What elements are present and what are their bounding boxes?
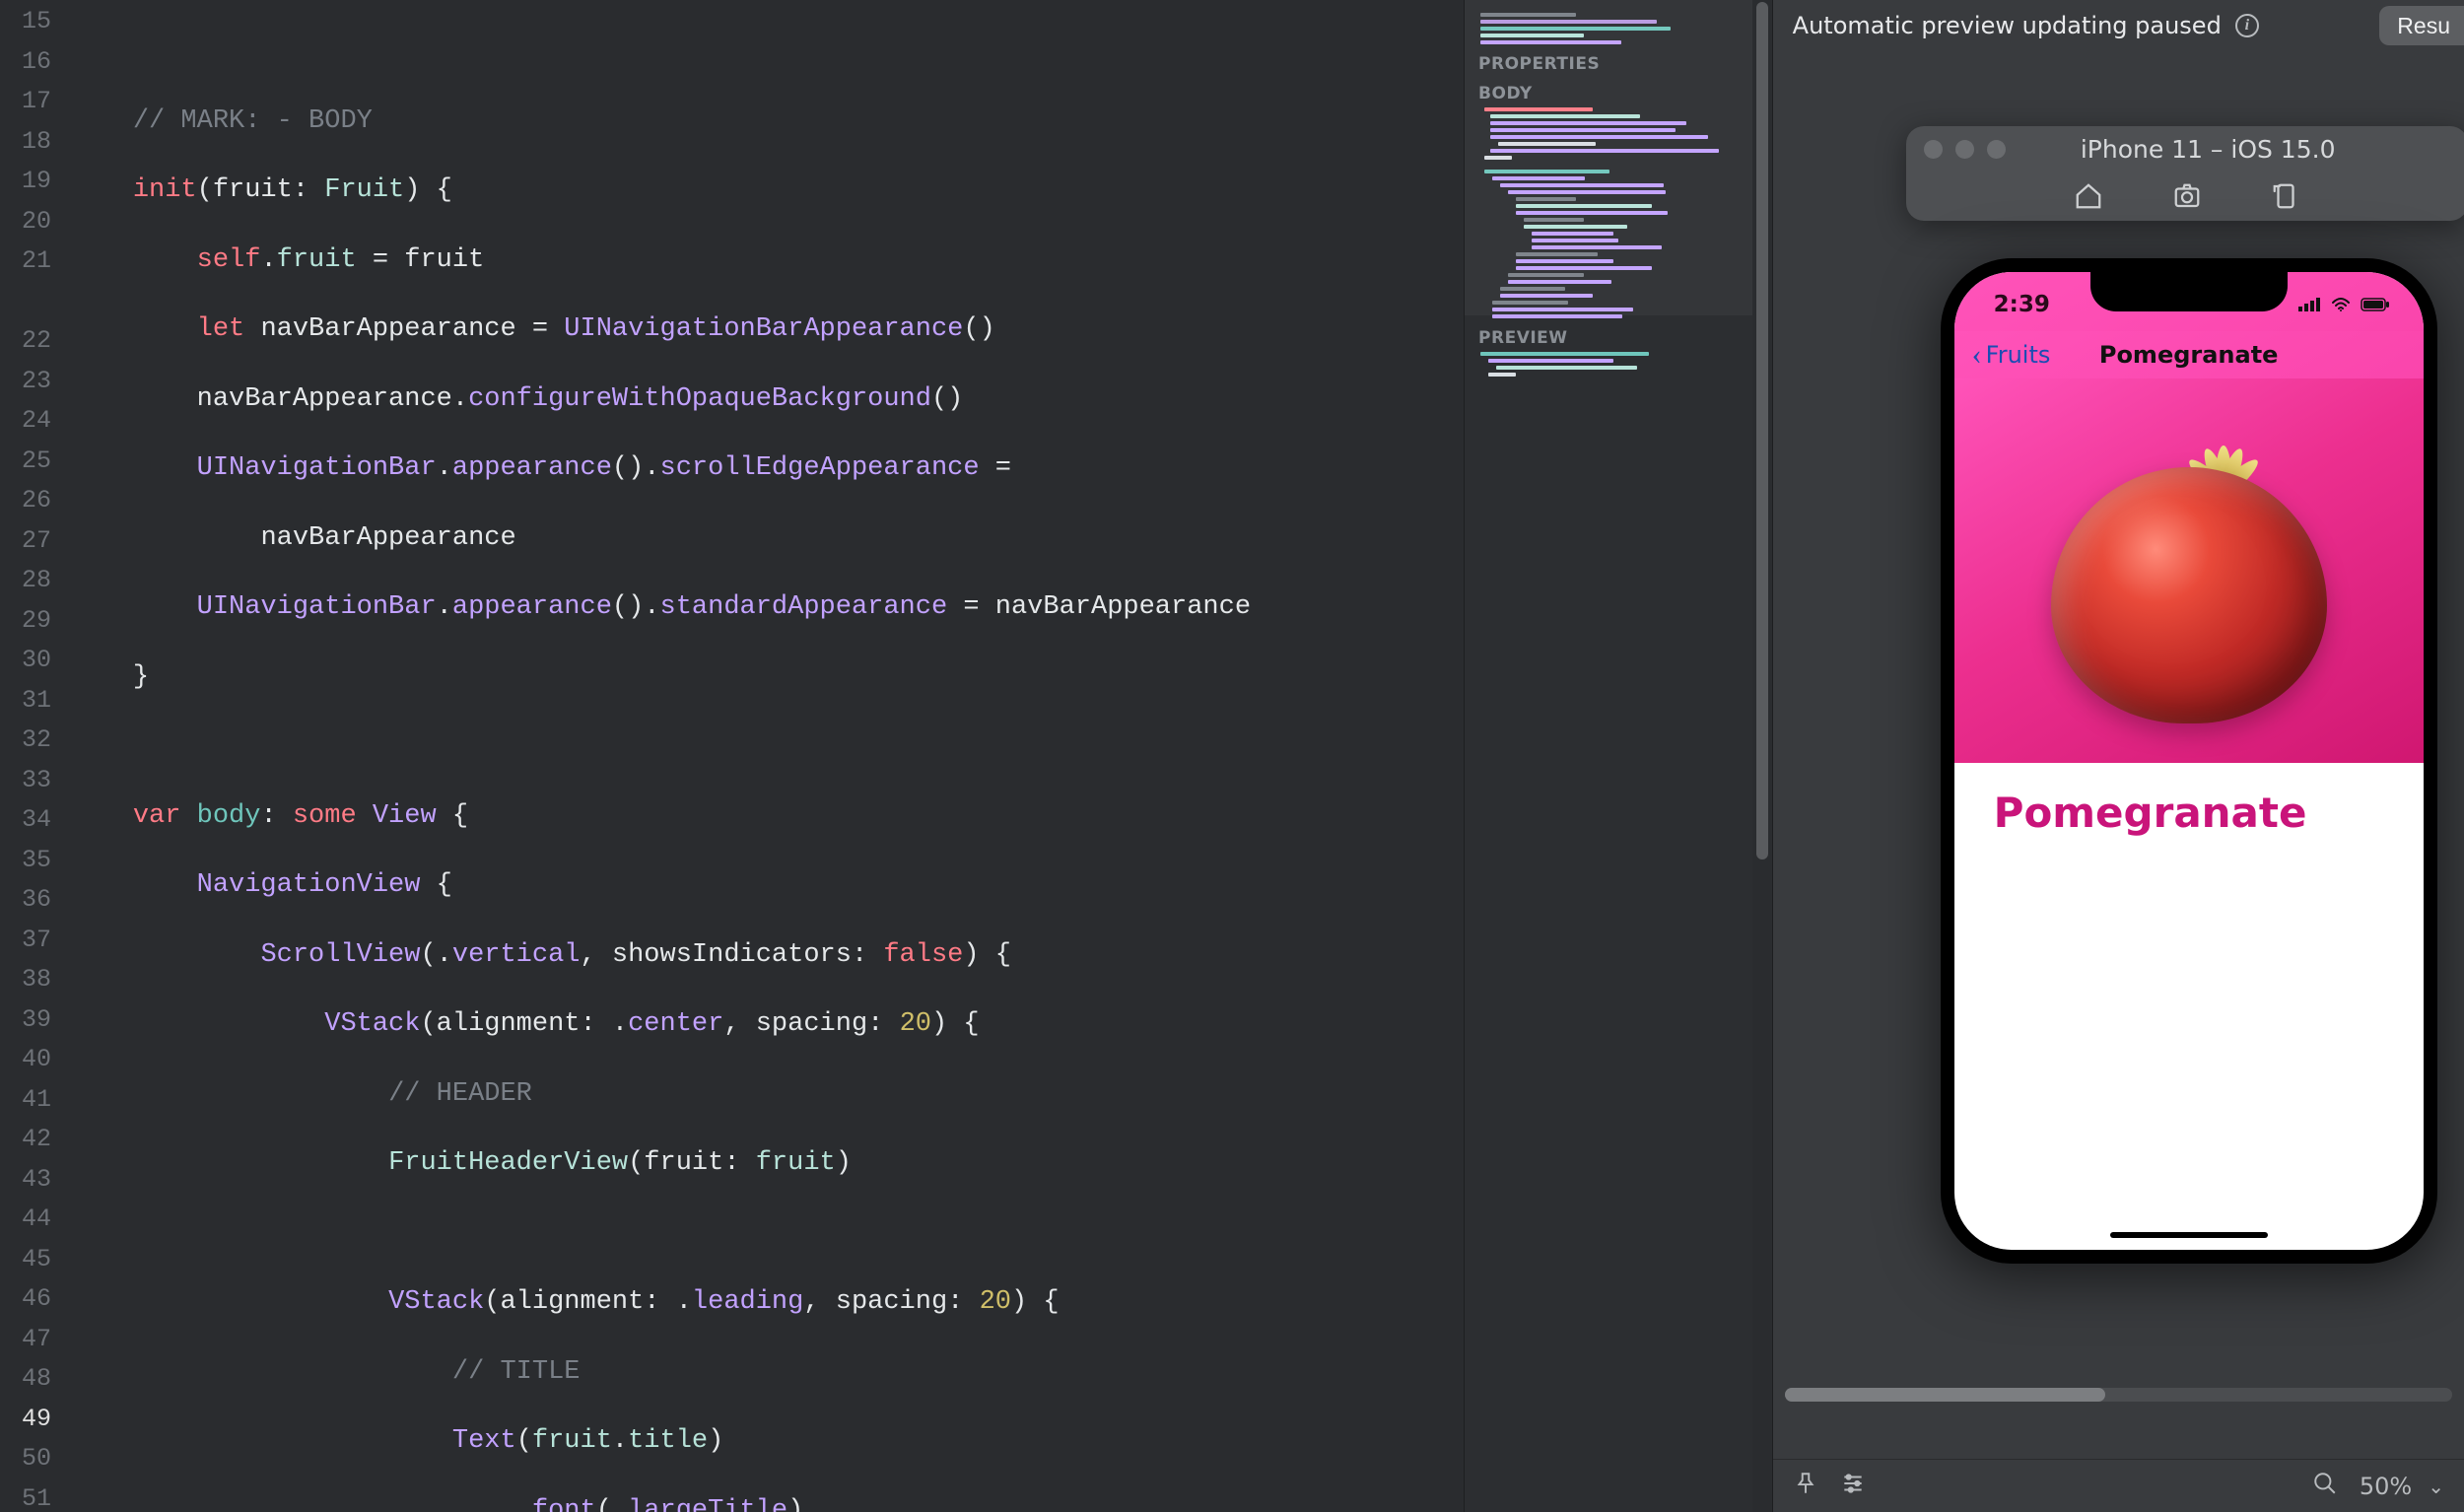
device-notch [2090,272,2288,311]
line-number[interactable]: 32 [0,721,69,761]
code-area[interactable]: // MARK: - BODY init(fruit: Fruit) { sel… [69,0,1464,1512]
simulator-window[interactable]: iPhone 11 – iOS 15.0 [1906,126,2464,221]
zoom-icon[interactable] [2312,1471,2338,1502]
screenshot-icon[interactable] [2172,181,2202,211]
line-number[interactable]: 46 [0,1279,69,1320]
line-number[interactable]: 49 [0,1400,69,1440]
line-number[interactable]: 27 [0,521,69,562]
line-number[interactable]: 51 [0,1479,69,1512]
line-number[interactable]: 47 [0,1320,69,1360]
content-title: Pomegranate [1954,763,2424,862]
line-number[interactable]: 29 [0,601,69,642]
line-number[interactable]: 22 [0,321,69,362]
scrollbar-thumb[interactable] [1785,1388,2105,1402]
device-screen[interactable]: 2:39 ‹ Fruits Pomegranate Pomegranate [1954,272,2424,1250]
editor-vertical-scrollbar[interactable] [1752,0,1772,1512]
line-number[interactable]: 48 [0,1359,69,1400]
line-number[interactable]: 24 [0,401,69,442]
signal-icon [2297,297,2321,312]
line-number[interactable]: 31 [0,681,69,722]
simulator-titlebar[interactable]: iPhone 11 – iOS 15.0 [1906,126,2464,172]
line-number[interactable]: 28 [0,561,69,601]
line-gutter[interactable]: 15 16 17 18 19 20 21 . 22 23 24 25 26 27… [0,0,69,1512]
line-number[interactable]: 26 [0,481,69,521]
line-number[interactable]: 43 [0,1160,69,1201]
zoom-label[interactable]: 50% [2360,1473,2412,1500]
line-number[interactable]: 41 [0,1080,69,1121]
line-number[interactable]: 16 [0,42,69,83]
home-icon[interactable] [2074,181,2103,211]
device-frame: 2:39 ‹ Fruits Pomegranate Pomegranate [1941,258,2437,1264]
line-number[interactable]: 38 [0,960,69,1000]
preview-banner: Automatic preview updating paused i Resu [1773,0,2464,51]
line-number[interactable]: 30 [0,641,69,681]
simulator-title: iPhone 11 – iOS 15.0 [2019,135,2397,164]
nav-title: Pomegranate [2099,341,2279,369]
line-number[interactable]: 25 [0,442,69,482]
line-number[interactable]: 18 [0,122,69,163]
preview-banner-text: Automatic preview updating paused [1793,12,2222,39]
pomegranate-image [2036,408,2342,733]
line-number[interactable]: 19 [0,162,69,202]
status-time: 2:39 [1994,286,2050,317]
minimap-viewport[interactable] [1465,0,1752,315]
code-editor-pane: 15 16 17 18 19 20 21 . 22 23 24 25 26 27… [0,0,1464,1512]
preview-bottombar: 50% ⌄ [1773,1459,2464,1512]
line-number[interactable]: 39 [0,1000,69,1041]
chevron-down-icon[interactable]: ⌄ [2428,1475,2444,1498]
preview-horizontal-scrollbar[interactable] [1785,1384,2452,1406]
line-number[interactable]: 44 [0,1200,69,1240]
fruit-header [1954,378,2424,763]
traffic-lights[interactable] [1924,140,2006,159]
line-number[interactable]: 42 [0,1120,69,1160]
resume-button[interactable]: Resu [2379,6,2464,45]
line-number[interactable]: 15 [0,2,69,42]
nav-bar: ‹ Fruits Pomegranate [1954,331,2424,378]
line-number[interactable]: 17 [0,82,69,122]
settings-sliders-icon[interactable] [1840,1471,1866,1502]
battery-icon [2361,297,2390,312]
minimap-section-preview[interactable]: PREVIEW [1478,328,1745,348]
pin-icon[interactable] [1793,1471,1818,1502]
home-indicator[interactable] [2110,1232,2268,1238]
line-number[interactable]: 37 [0,921,69,961]
line-number[interactable]: 34 [0,800,69,841]
preview-pane: Automatic preview updating paused i Resu… [1772,0,2464,1512]
line-number[interactable]: 50 [0,1439,69,1479]
status-icons [2297,291,2390,312]
rotate-icon[interactable] [2271,181,2300,211]
line-number[interactable]: 33 [0,761,69,801]
info-icon[interactable]: i [2235,14,2259,37]
code-comment: // MARK: - BODY [133,106,373,136]
nav-back-label: Fruits [1986,341,2051,369]
line-number[interactable]: 36 [0,880,69,921]
minimap[interactable]: PROPERTIES BODY PREVIEW [1464,0,1752,1512]
line-number[interactable]: 45 [0,1240,69,1280]
preview-canvas[interactable]: iPhone 11 – iOS 15.0 2:39 ‹ Fruits Pomeg… [1773,51,2464,1459]
line-number[interactable]: 23 [0,362,69,402]
wifi-icon [2329,297,2353,312]
line-number[interactable]: 20 [0,202,69,242]
scrollbar-thumb[interactable] [1756,2,1768,859]
line-number[interactable]: 21 [0,241,69,282]
simulator-toolbar [1906,172,2464,221]
line-number[interactable]: 35 [0,841,69,881]
line-number[interactable]: 40 [0,1040,69,1080]
chevron-left-icon: ‹ [1972,340,1982,370]
nav-back-button[interactable]: ‹ Fruits [1972,340,2051,370]
